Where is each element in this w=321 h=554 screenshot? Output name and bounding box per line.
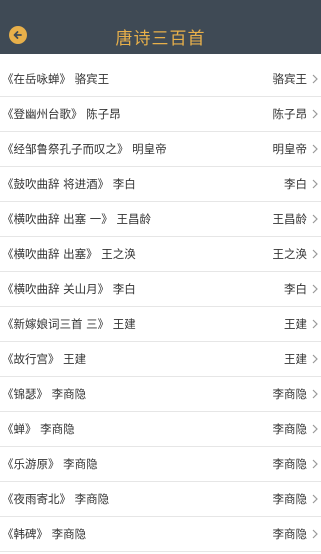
poem-title: 《乐游原》 李商隐 xyxy=(2,457,98,471)
poem-title: 《登幽州台歌》 陈子昂 xyxy=(2,107,121,121)
chevron-right-icon xyxy=(312,354,318,364)
poem-list: 《在岳咏蝉》 骆宾王 骆宾王 《登幽州台歌》 陈子昂 陈子昂 《经邹鲁祭孔子而叹… xyxy=(0,62,321,552)
chevron-right-icon xyxy=(312,249,318,259)
chevron-right-icon xyxy=(312,319,318,329)
page-title: 唐诗三百首 xyxy=(115,29,206,49)
poem-author: 王建 xyxy=(284,317,307,331)
poem-title: 《夜雨寄北》 李商隐 xyxy=(2,492,110,506)
poem-title: 《故行宫》 王建 xyxy=(2,352,87,366)
chevron-right-icon xyxy=(312,179,318,189)
poem-author: 骆宾王 xyxy=(272,72,308,86)
poem-author: 李商隐 xyxy=(272,457,308,471)
chevron-right-icon xyxy=(312,144,318,154)
poem-title: 《横吹曲辞 出塞》 王之涣 xyxy=(2,247,136,261)
list-item[interactable]: 《夜雨寄北》 李商隐 李商隐 xyxy=(0,482,321,517)
list-item[interactable]: 《横吹曲辞 关山月》 李白 李白 xyxy=(0,272,321,307)
list-item[interactable]: 《锦瑟》 李商隐 李商隐 xyxy=(0,377,321,412)
poem-title: 《鼓吹曲辞 将进酒》 李白 xyxy=(2,177,136,191)
poem-title: 《经邹鲁祭孔子而叹之》 明皇帝 xyxy=(2,142,167,156)
list-item[interactable]: 《乐游原》 李商隐 李商隐 xyxy=(0,447,321,482)
poem-title: 《锦瑟》 李商隐 xyxy=(2,387,87,401)
top-bar: 唐诗三百首 xyxy=(0,0,321,54)
poem-author: 李商隐 xyxy=(272,492,308,506)
list-item[interactable]: 《鼓吹曲辞 将进酒》 李白 李白 xyxy=(0,167,321,202)
list-item[interactable]: 《新嫁娘词三首 三》 王建 王建 xyxy=(0,307,321,342)
poem-author: 王昌龄 xyxy=(272,212,308,226)
chevron-right-icon xyxy=(312,459,318,469)
chevron-right-icon xyxy=(312,529,318,539)
poem-author: 李商隐 xyxy=(272,387,308,401)
poem-author: 李商隐 xyxy=(272,527,308,541)
chevron-right-icon xyxy=(312,389,318,399)
poem-title: 《新嫁娘词三首 三》 王建 xyxy=(2,317,136,331)
chevron-right-icon xyxy=(312,109,318,119)
chevron-right-icon xyxy=(312,424,318,434)
chevron-right-icon xyxy=(312,494,318,504)
list-item[interactable]: 《在岳咏蝉》 骆宾王 骆宾王 xyxy=(0,62,321,97)
poem-title: 《韩碑》 李商隐 xyxy=(2,527,87,541)
poem-author: 王建 xyxy=(284,352,307,366)
list-item[interactable]: 《登幽州台歌》 陈子昂 陈子昂 xyxy=(0,97,321,132)
list-item[interactable]: 《故行宫》 王建 王建 xyxy=(0,342,321,377)
poem-author: 李白 xyxy=(284,282,307,296)
chevron-right-icon xyxy=(312,74,318,84)
poem-author: 李商隐 xyxy=(272,422,308,436)
list-item[interactable]: 《横吹曲辞 出塞》 王之涣 王之涣 xyxy=(0,237,321,272)
list-item[interactable]: 《经邹鲁祭孔子而叹之》 明皇帝 明皇帝 xyxy=(0,132,321,167)
chevron-right-icon xyxy=(312,214,318,224)
poem-author: 陈子昂 xyxy=(272,107,308,121)
list-item[interactable]: 《横吹曲辞 出塞 一》 王昌龄 王昌龄 xyxy=(0,202,321,237)
list-item[interactable]: 《韩碑》 李商隐 李商隐 xyxy=(0,517,321,552)
list-item[interactable]: 《蝉》 李商隐 李商隐 xyxy=(0,412,321,447)
poem-author: 王之涣 xyxy=(272,247,308,261)
poem-title: 《横吹曲辞 出塞 一》 王昌龄 xyxy=(2,212,151,226)
poem-title: 《蝉》 李商隐 xyxy=(2,422,75,436)
poem-title: 《在岳咏蝉》 骆宾王 xyxy=(2,72,110,86)
poem-author: 李白 xyxy=(284,177,307,191)
poem-author: 明皇帝 xyxy=(272,142,308,156)
chevron-right-icon xyxy=(312,284,318,294)
poem-title: 《横吹曲辞 关山月》 李白 xyxy=(2,282,136,296)
